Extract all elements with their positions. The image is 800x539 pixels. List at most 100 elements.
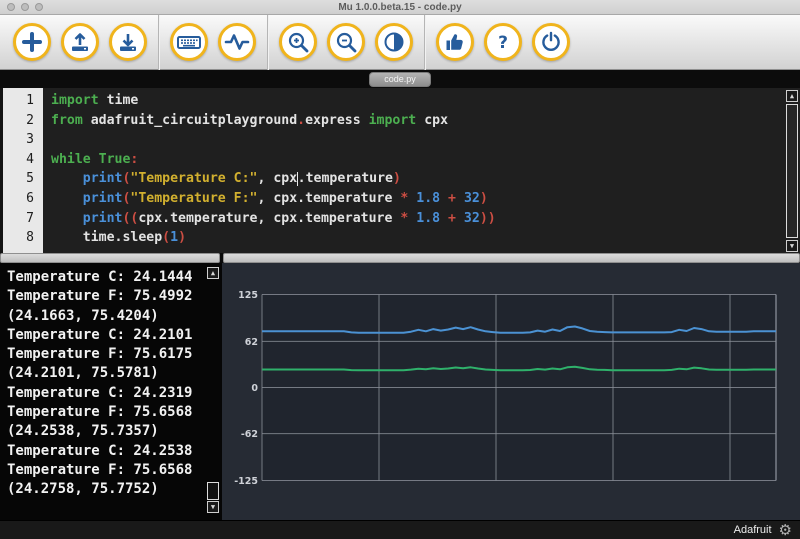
bottom-panes: Temperature C: 24.1444Temperature F: 75.… [0,263,800,520]
console-line: (24.2538, 75.7357) [7,422,222,441]
code-token: True [91,152,131,167]
code-token: from [51,113,83,128]
editor-scrollbar-thumb[interactable] [786,104,798,238]
console-line: Temperature C: 24.2101 [7,326,222,345]
splitter-left-segment[interactable] [0,253,220,263]
status-bar: Adafruit ⚙ [0,520,800,539]
y-tick-label: 125 [238,290,258,301]
code-editor[interactable]: 12345678 import timefrom adafruit_circui… [0,88,800,253]
code-token: (( [122,211,138,226]
waveform-icon [224,30,250,54]
new-button[interactable] [13,23,51,61]
toolbar-separator [267,15,268,70]
keyboard-icon [176,30,202,54]
plotter-button[interactable] [218,23,256,61]
code-token: 1.8 [408,191,440,206]
console-line: Temperature C: 24.2538 [7,442,222,461]
scroll-up-icon[interactable]: ▲ [786,90,798,102]
adafruit-mode-label: Adafruit [734,524,772,536]
code-area[interactable]: import timefrom adafruit_circuitplaygrou… [43,88,800,253]
code-token: + [440,211,456,226]
line-number: 1 [3,91,43,111]
window-title: Mu 1.0.0.beta.15 - code.py [0,2,800,13]
code-token: + [440,191,456,206]
console-line: (24.2758, 75.7752) [7,480,222,499]
console-scrollbar-thumb[interactable] [207,482,219,500]
tab-codepy[interactable]: code.py [369,72,431,87]
code-line-1[interactable]: import time [51,91,800,111]
code-token: : [130,152,138,167]
code-line-2[interactable]: from adafruit_circuitplayground.express … [51,111,800,131]
console-scroll-down-icon[interactable]: ▼ [207,501,219,513]
line-number: 8 [3,228,43,248]
serial-console[interactable]: Temperature C: 24.1444Temperature F: 75.… [0,263,222,520]
code-token: time.sleep [51,230,162,245]
y-tick-label: 62 [245,337,258,348]
load-button[interactable] [61,23,99,61]
y-tick-label: 0 [251,383,258,394]
console-line: (24.1663, 75.4204) [7,307,222,326]
code-token: ) [178,230,186,245]
code-token: import [361,113,417,128]
tab-bar: code.py [0,70,800,88]
svg-text:?: ? [498,33,508,53]
code-token: . [297,113,305,128]
thumbs-up-icon [443,30,467,54]
check-button[interactable] [436,23,474,61]
zoom-in-button[interactable] [279,23,317,61]
y-tick-label: -125 [234,476,258,487]
code-line-8[interactable]: time.sleep(1) [51,228,800,248]
code-token: .temperature [298,171,393,186]
code-token: "Temperature C:" [130,171,257,186]
line-number: 3 [3,130,43,150]
console-line: Temperature F: 75.4992 [7,287,222,306]
save-button[interactable] [109,23,147,61]
code-token: 1 [170,230,178,245]
code-token: express [305,113,361,128]
code-token: 1.8 [408,211,440,226]
code-token: print [83,191,123,206]
line-number: 5 [3,169,43,189]
zoom-in-icon [286,30,310,54]
code-token: time [99,93,139,108]
scroll-down-icon[interactable]: ▼ [786,240,798,252]
code-line-3[interactable] [51,130,800,150]
code-token: , cpx.temperature [257,191,400,206]
gear-icon[interactable]: ⚙ [779,523,792,538]
question-icon: ? [491,30,515,54]
code-line-7[interactable]: print((cpx.temperature, cpx.temperature … [51,209,800,229]
code-token: import [51,93,99,108]
title-bar: Mu 1.0.0.beta.15 - code.py [0,0,800,15]
serial-button[interactable] [170,23,208,61]
code-token: adafruit_circuitplayground [83,113,297,128]
code-token: ) [480,191,488,206]
upload-icon [68,30,92,54]
splitter-right-segment[interactable] [223,253,800,263]
code-token: )) [480,211,496,226]
plotter-pane: 125620-62-125 [222,263,800,520]
zoom-out-button[interactable] [327,23,365,61]
code-token: , cpx [257,171,297,186]
contrast-icon [382,30,406,54]
code-line-6[interactable]: print("Temperature F:", cpx.temperature … [51,189,800,209]
code-token [51,211,83,226]
console-scroll-up-icon[interactable]: ▲ [207,267,219,279]
pane-splitter[interactable] [0,253,800,263]
zoom-out-icon [334,30,358,54]
code-line-5[interactable]: print("Temperature C:", cpx.temperature) [51,169,800,189]
console-lines: Temperature C: 24.1444Temperature F: 75.… [7,268,222,500]
toolbar: ? [0,15,800,70]
code-token: while [51,152,91,167]
code-line-4[interactable]: while True: [51,150,800,170]
theme-button[interactable] [375,23,413,61]
help-button[interactable]: ? [484,23,522,61]
power-icon [539,30,563,54]
line-number: 7 [3,209,43,229]
code-token: ) [393,171,401,186]
line-number: 4 [3,150,43,170]
editor-scrollbar[interactable]: ▲ ▼ [786,88,799,253]
code-token: cpx [416,113,448,128]
toolbar-separator [158,15,159,70]
code-token: 32 [456,191,480,206]
quit-button[interactable] [532,23,570,61]
